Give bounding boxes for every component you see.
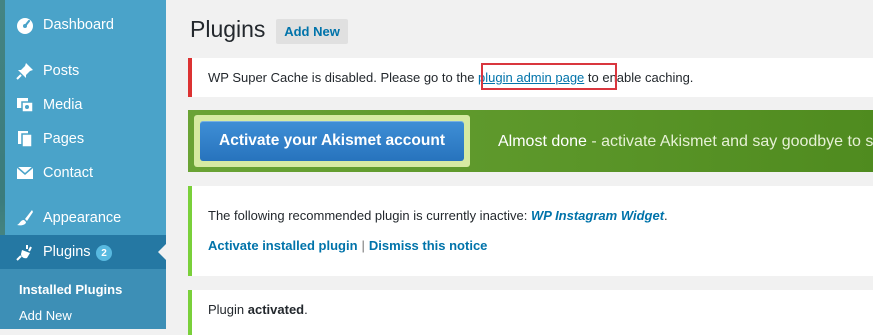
super-cache-notice: WP Super Cache is disabled. Please go to… (188, 58, 873, 97)
akismet-message: Almost done - activate Akismet and say g… (498, 133, 873, 151)
sidebar-item-pages[interactable]: Pages (0, 122, 166, 156)
sidebar-item-label: Posts (43, 63, 80, 79)
main-content: Plugins Add New WP Super Cache is disabl… (166, 0, 873, 335)
activated-suffix: . (304, 302, 308, 317)
submenu-installed-plugins[interactable]: Installed Plugins (19, 282, 122, 297)
akismet-message-strong: Almost done (498, 133, 587, 150)
recommended-text-after: . (664, 208, 668, 223)
sidebar-item-media[interactable]: Media (0, 88, 166, 122)
sidebar-item-label: Contact (43, 165, 93, 181)
wp-instagram-widget-link[interactable]: WP Instagram Widget (531, 208, 664, 223)
action-separator: | (361, 238, 365, 253)
akismet-banner: Activate your Akismet account Almost don… (188, 110, 873, 172)
envelope-icon (16, 164, 34, 182)
pages-icon (16, 130, 34, 148)
highlight-box (481, 63, 617, 90)
plugins-submenu: Installed Plugins Add New (0, 269, 166, 329)
sidebar-item-label: Media (43, 97, 83, 113)
sidebar-item-dashboard[interactable]: Dashboard (0, 8, 166, 42)
super-cache-message: WP Super Cache is disabled. Please go to… (208, 70, 693, 85)
activate-installed-plugin-link[interactable]: Activate installed plugin (208, 238, 358, 253)
activated-prefix: Plugin (208, 302, 248, 317)
recommended-text-before: The following recommended plugin is curr… (208, 208, 531, 223)
recommended-plugin-actions: Activate installed plugin | Dismiss this n… (208, 238, 487, 253)
add-new-button[interactable]: Add New (276, 19, 348, 44)
sidebar-item-label: Pages (43, 131, 85, 147)
plug-icon (16, 243, 34, 261)
sidebar-item-posts[interactable]: Posts (0, 54, 166, 88)
sidebar-item-label: Appearance (43, 210, 122, 226)
paintbrush-icon (16, 209, 34, 227)
plugin-activated-notice: Plugin activated. (188, 290, 873, 335)
akismet-button-frame: Activate your Akismet account (194, 115, 470, 167)
submenu-add-new[interactable]: Add New (19, 308, 72, 323)
akismet-message-rest: - activate Akismet and say goodbye to sp (586, 133, 873, 150)
super-cache-text-before: WP Super Cache is disabled. Please go to… (208, 70, 479, 85)
recommended-plugin-notice: The following recommended plugin is curr… (188, 186, 873, 276)
recommended-plugin-message: The following recommended plugin is curr… (208, 208, 668, 223)
plugin-activated-message: Plugin activated. (208, 302, 308, 317)
media-icon (16, 96, 34, 114)
page-title: Plugins (190, 16, 266, 42)
sidebar-item-label: Plugins (43, 244, 91, 260)
dashboard-icon (16, 16, 34, 34)
sidebar-item-appearance[interactable]: Appearance (0, 201, 166, 235)
sidebar-item-contact[interactable]: Contact (0, 156, 166, 190)
plugins-count-badge: 2 (96, 245, 112, 261)
sidebar-item-plugins[interactable]: Plugins 2 (0, 235, 166, 269)
admin-sidebar: Dashboard Posts Media Pages Contact Appe… (0, 0, 166, 329)
activate-akismet-button[interactable]: Activate your Akismet account (200, 121, 464, 161)
pin-icon (16, 62, 34, 80)
sidebar-item-label: Dashboard (43, 17, 114, 33)
dismiss-notice-link[interactable]: Dismiss this notice (369, 238, 487, 253)
activated-strong: activated (247, 302, 305, 317)
